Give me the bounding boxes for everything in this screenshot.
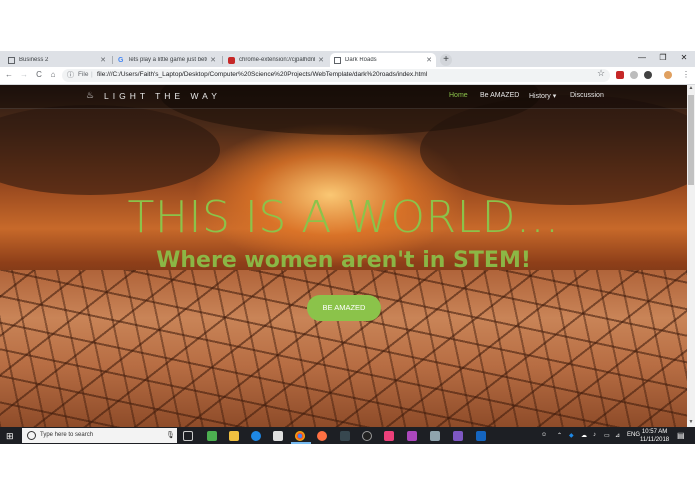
scroll-thumb[interactable] [688, 95, 694, 185]
be-amazed-button[interactable]: BE AMAZED [307, 295, 381, 321]
dropbox-icon[interactable]: ◆ [569, 432, 574, 439]
tab-divider [112, 56, 113, 64]
taskbar-search-box[interactable]: Type here to search 🎙 [22, 428, 177, 443]
cloud-icon[interactable]: ☁ [581, 432, 587, 439]
tab-dark-roads[interactable]: Dark Roads ✕ [330, 53, 436, 67]
home-button[interactable]: ⌂ [48, 70, 58, 79]
search-placeholder: Type here to search [40, 432, 94, 438]
photos-app-icon[interactable] [207, 431, 217, 441]
app-icon[interactable] [340, 431, 350, 441]
edge-browser-icon[interactable] [251, 431, 261, 441]
network-icon[interactable]: ⊿ [615, 432, 620, 439]
bookmark-star-icon[interactable]: ☆ [597, 68, 605, 79]
page-icon [334, 56, 341, 64]
store-icon[interactable] [273, 431, 283, 441]
task-view-icon[interactable] [183, 431, 193, 441]
nav-history-dropdown[interactable]: History ▾ [529, 92, 556, 100]
scroll-down-arrow-icon[interactable]: ▼ [687, 419, 695, 427]
reload-button[interactable]: C [34, 70, 44, 79]
flame-icon: ♨ [86, 90, 95, 100]
close-tab-icon[interactable]: ✕ [318, 56, 324, 64]
cracked-earth-background [0, 270, 687, 427]
close-tab-icon[interactable]: ✕ [210, 56, 216, 64]
file-explorer-icon[interactable] [229, 431, 239, 441]
cortana-icon [27, 431, 36, 440]
browser-window: Business 2 ✕ G lets play a little game j… [0, 51, 695, 444]
nav-be-amazed[interactable]: Be AMAZED [480, 92, 519, 99]
extension-circle-icon[interactable] [630, 71, 638, 79]
clock-time: 10:57 AM [641, 429, 668, 435]
chrome-icon[interactable] [295, 431, 305, 441]
tab-title: lets play a little game just betwe [129, 57, 208, 63]
active-app-indicator [291, 442, 311, 444]
google-icon: G [118, 56, 124, 64]
tab-divider [222, 56, 223, 64]
hero-title: THIS IS A WORLD... [127, 192, 560, 243]
nav-discussion[interactable]: Discussion [570, 92, 604, 99]
firefox-icon[interactable] [317, 431, 327, 441]
extension-shield-icon[interactable] [616, 71, 624, 79]
microphone-icon[interactable]: 🎙 [166, 431, 175, 439]
language-indicator[interactable]: ENG [627, 432, 640, 438]
brand-logo[interactable]: LIGHT THE WAY [104, 91, 221, 101]
battery-icon[interactable]: ▭ [604, 432, 610, 439]
address-bar[interactable]: ⓘ File | file:///C:/Users/Faith's_Laptop… [62, 69, 610, 82]
scheme-separator: | [91, 71, 93, 78]
tab-strip: Business 2 ✕ G lets play a little game j… [0, 51, 695, 67]
app-icon[interactable] [430, 431, 440, 441]
windows-taskbar: ⊞ Type here to search 🎙 ☺ ⌃ ◆ ☁ ♪ ▭ ⊿ EN… [0, 427, 695, 444]
scheme-label: File [78, 71, 89, 78]
extension-moon-icon[interactable] [644, 71, 652, 79]
tab-title: Dark Roads [345, 57, 377, 63]
forward-button[interactable]: → [19, 70, 29, 79]
tab-title: Business 2 [19, 57, 49, 63]
app-icon[interactable] [453, 431, 463, 441]
app-icon[interactable] [407, 431, 417, 441]
close-window-button[interactable]: ✕ [674, 53, 694, 62]
back-button[interactable]: ← [4, 70, 14, 79]
site-navbar: ♨ LIGHT THE WAY Home Be AMAZED History ▾… [0, 85, 687, 109]
scroll-up-arrow-icon[interactable]: ▲ [687, 85, 695, 93]
word-icon[interactable] [476, 431, 486, 441]
media-player-icon[interactable] [362, 431, 372, 441]
notifications-icon[interactable]: ▤ [677, 431, 685, 440]
tab-google[interactable]: G lets play a little game just betwe ✕ [114, 53, 220, 67]
cloud-shape [0, 105, 220, 195]
page-scrollbar[interactable]: ▲ ▼ [687, 85, 695, 427]
hero-subtitle: Where women aren't in STEM! [156, 248, 531, 273]
minimize-button[interactable]: — [632, 53, 652, 62]
tab-title: chrome-extension://cjpalhdnbp [239, 57, 316, 63]
browser-toolbar: ← → C ⌂ ⓘ File | file:///C:/Users/Faith'… [0, 67, 695, 85]
tab-extension[interactable]: chrome-extension://cjpalhdnbp ✕ [224, 53, 328, 67]
page-icon [8, 56, 15, 64]
nav-home[interactable]: Home [449, 92, 468, 99]
system-clock[interactable]: 10:57 AM 11/11/2018 [640, 428, 669, 444]
volume-icon[interactable]: ♪ [593, 432, 596, 438]
chevron-up-icon[interactable]: ⌃ [557, 432, 562, 439]
shield-icon [228, 56, 235, 64]
windows-start-icon[interactable]: ⊞ [6, 431, 14, 442]
close-tab-icon[interactable]: ✕ [100, 56, 106, 64]
profile-avatar-icon[interactable] [664, 71, 672, 79]
close-tab-icon[interactable]: ✕ [426, 56, 432, 64]
info-icon[interactable]: ⓘ [67, 70, 74, 80]
page-viewport: ♨ LIGHT THE WAY Home Be AMAZED History ▾… [0, 85, 687, 427]
clock-date: 11/11/2018 [640, 437, 670, 443]
new-tab-button[interactable]: + [440, 54, 452, 66]
url-text[interactable]: file:///C:/Users/Faith's_Laptop/Desktop/… [97, 71, 427, 78]
tab-business-2[interactable]: Business 2 ✕ [4, 53, 110, 67]
app-icon[interactable] [384, 431, 394, 441]
menu-icon[interactable]: ⋮ [681, 70, 691, 79]
maximize-button[interactable]: ❐ [653, 53, 673, 62]
people-icon[interactable]: ☺ [541, 432, 547, 438]
